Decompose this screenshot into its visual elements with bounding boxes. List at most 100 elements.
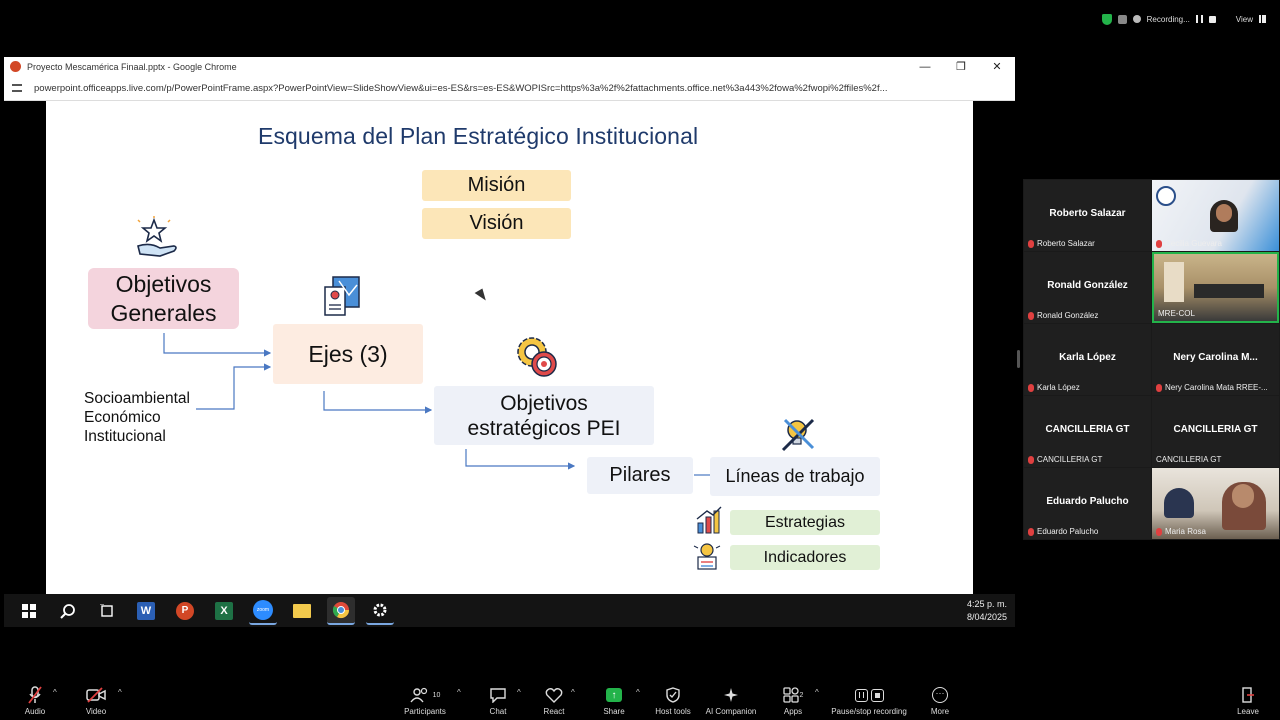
chrome-titlebar: Proyecto Mescamérica Finaal.pptx - Googl…: [4, 57, 1015, 76]
close-icon[interactable]: ✕: [979, 57, 1015, 76]
taskbar-clock[interactable]: 4:25 p. m. 8/04/2025: [967, 598, 1007, 624]
mic-muted-icon: [1028, 455, 1034, 464]
participant-tile[interactable]: CANCILLERIA GT CANCILLERIA GT: [1152, 396, 1279, 467]
audio-options-chevron-icon[interactable]: ^: [53, 688, 57, 697]
gear-target-icon: [517, 337, 557, 377]
estrategias-box: Estrategias: [730, 510, 880, 535]
participant-video-tile[interactable]: Maria Rosa: [1152, 468, 1279, 539]
site-info-icon[interactable]: [12, 84, 22, 92]
eje-item: Socioambiental: [84, 390, 190, 407]
url-text[interactable]: powerpoint.officeapps.live.com/p/PowerPo…: [34, 83, 994, 94]
more-dots-icon: ···: [932, 687, 948, 703]
participants-gallery: Roberto Salazar Roberto Salazar Cecilia …: [1023, 179, 1280, 540]
pause-stop-recording-button[interactable]: Pause/stop recording: [829, 686, 909, 716]
objetivos-estrategicos-line2: estratégicos PEI: [467, 416, 621, 440]
participant-label: CANCILLERIA GT: [1037, 455, 1103, 464]
mic-muted-icon: [1156, 239, 1162, 248]
participant-label: Nery Carolina Mata RREE-...: [1165, 383, 1268, 392]
participant-name: CANCILLERIA GT: [1173, 424, 1258, 435]
mic-muted-icon: [1028, 239, 1034, 248]
pause-recording-icon[interactable]: [1195, 15, 1203, 23]
eje-item: Institucional: [84, 428, 166, 445]
conference-table: [1194, 284, 1264, 298]
ai-companion-button[interactable]: AI Companion: [696, 686, 766, 716]
settings-gear-icon[interactable]: [366, 597, 394, 625]
recording-cloud-icon: [1132, 15, 1141, 23]
excel-icon[interactable]: X: [210, 597, 238, 625]
mic-muted-icon: [1156, 383, 1162, 392]
participants-count: 10: [432, 691, 441, 699]
participants-chevron-icon[interactable]: ^: [457, 688, 461, 697]
mouse-cursor-icon: [474, 288, 489, 304]
apps-chevron-icon[interactable]: ^: [815, 688, 819, 697]
address-bar[interactable]: powerpoint.officeapps.live.com/p/PowerPo…: [4, 76, 1015, 101]
chrome-taskbar-icon[interactable]: [327, 596, 355, 625]
minimize-icon[interactable]: —: [907, 57, 943, 76]
video-off-icon: [86, 687, 106, 703]
restore-icon[interactable]: ❐: [943, 57, 979, 76]
audio-button[interactable]: Audio: [0, 686, 70, 716]
participant-tile[interactable]: Nery Carolina M... Nery Carolina Mata RR…: [1152, 324, 1279, 395]
participant-tile[interactable]: Roberto Salazar Roberto Salazar: [1024, 180, 1151, 251]
participant-name: CANCILLERIA GT: [1045, 424, 1130, 435]
participant-label: Karla López: [1037, 383, 1080, 392]
participants-button[interactable]: 10 Participants: [390, 686, 460, 716]
pause-recording-label: Pause/stop recording: [831, 707, 907, 716]
windows-start-icon[interactable]: [15, 597, 43, 625]
participant-video-tile-active[interactable]: MRE-COL: [1152, 252, 1279, 323]
file-explorer-icon[interactable]: [288, 597, 316, 625]
face-shape: [1216, 204, 1232, 222]
chrome-window: Proyecto Mescamérica Finaal.pptx - Googl…: [4, 57, 1015, 627]
more-label: More: [930, 707, 950, 716]
participant-name: Karla López: [1059, 352, 1116, 363]
participant-tile[interactable]: Ronald González Ronald González: [1024, 252, 1151, 323]
panel-resize-handle[interactable]: [1017, 350, 1020, 368]
participant-name: Roberto Salazar: [1049, 208, 1126, 219]
participant-tile[interactable]: Karla López Karla López: [1024, 324, 1151, 395]
react-label: React: [543, 707, 565, 716]
participant-label: MRE-COL: [1158, 309, 1195, 318]
windows-taskbar: W P X zoom 4:25 p. m. 8/04/2025: [4, 594, 1015, 627]
view-grid-icon[interactable]: [1259, 15, 1266, 23]
ejes-list: Socioambiental Económico Institucional: [84, 389, 190, 446]
participant-tile[interactable]: Eduardo Palucho Eduardo Palucho: [1024, 468, 1151, 539]
video-label: Video: [85, 707, 107, 716]
mic-muted-icon: [1156, 527, 1162, 536]
security-shield-icon[interactable]: [1101, 13, 1112, 25]
face-shape: [1232, 484, 1254, 508]
participant-label: Roberto Salazar: [1037, 239, 1095, 248]
react-chevron-icon[interactable]: ^: [571, 688, 575, 697]
slide-title: Esquema del Plan Estratégico Institucion…: [258, 123, 699, 149]
video-options-chevron-icon[interactable]: ^: [118, 688, 122, 697]
task-view-icon[interactable]: [93, 597, 121, 625]
hand-star-icon: [137, 216, 177, 257]
stop-recording-icon[interactable]: [1208, 15, 1216, 23]
word-icon[interactable]: W: [132, 597, 160, 625]
heart-icon: [545, 688, 563, 703]
leave-button[interactable]: Leave: [1213, 686, 1280, 716]
chat-label: Chat: [489, 707, 507, 716]
mic-muted-icon: [1028, 383, 1034, 392]
host-shield-icon: [666, 687, 680, 703]
emblem-icon: [1156, 186, 1176, 206]
powerpoint-taskbar-icon[interactable]: P: [171, 597, 199, 625]
search-icon[interactable]: [54, 597, 82, 625]
slide[interactable]: Esquema del Plan Estratégico Institucion…: [46, 101, 973, 595]
leave-label: Leave: [1237, 707, 1259, 716]
zoom-app-icon[interactable]: zoom: [249, 597, 277, 625]
objetivos-generales-box: Objetivos Generales: [88, 268, 239, 329]
participant-name: Ronald González: [1047, 280, 1128, 291]
objetivos-estrategicos-line1: Objetivos: [500, 391, 588, 415]
more-button[interactable]: ··· More: [905, 686, 975, 716]
participant-tile[interactable]: CANCILLERIA GT CANCILLERIA GT: [1024, 396, 1151, 467]
mic-muted-icon: [1028, 527, 1034, 536]
pilares-box: Pilares: [587, 457, 693, 494]
growth-chart-icon: [696, 506, 722, 534]
participant-name: Nery Carolina M...: [1173, 352, 1258, 363]
view-label[interactable]: View: [1236, 15, 1253, 24]
window-title: Proyecto Mescamérica Finaal.pptx - Googl…: [27, 61, 237, 72]
mision-box: Misión: [422, 170, 571, 201]
recording-label: Recording...: [1146, 14, 1190, 24]
participant-name: Eduardo Palucho: [1046, 496, 1129, 507]
participant-video-tile[interactable]: Cecilia Guevara: [1152, 180, 1279, 251]
